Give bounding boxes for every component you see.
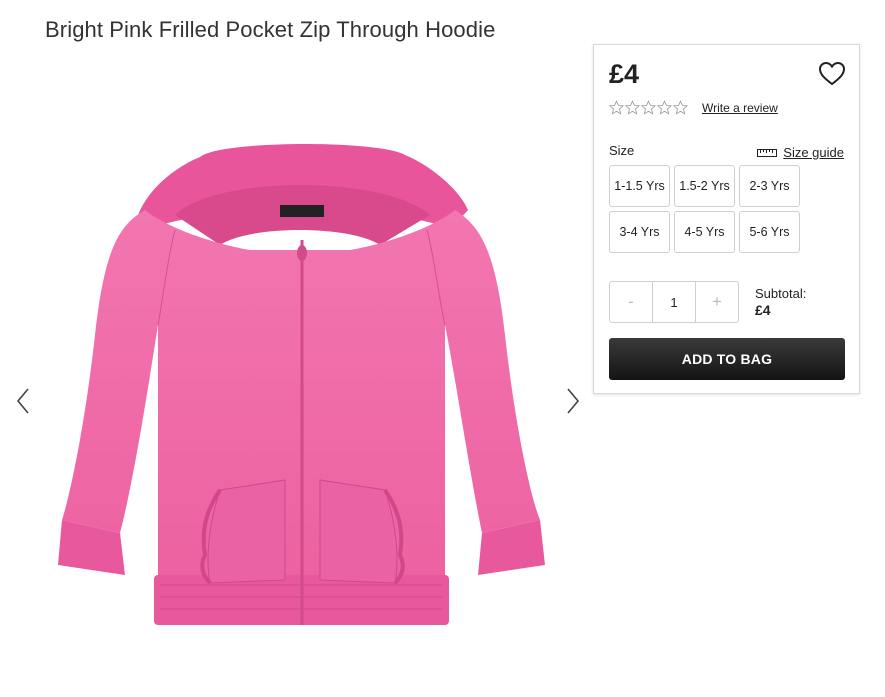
chevron-right-icon [567, 388, 580, 414]
star-outline-icon [625, 100, 640, 115]
product-title: Bright Pink Frilled Pocket Zip Through H… [45, 16, 496, 42]
star-outline-icon [641, 100, 656, 115]
gallery-prev-button[interactable] [12, 383, 36, 419]
size-label: Size [609, 143, 635, 158]
heart-icon [818, 61, 846, 86]
star-outline-icon [657, 100, 672, 115]
quantity-stepper: - 1 + [609, 281, 739, 323]
subtotal-label: Subtotal: [755, 286, 807, 301]
size-option[interactable]: 4-5 Yrs [674, 211, 735, 253]
decrement-button[interactable]: - [610, 282, 652, 322]
size-options: 1-1.5 Yrs 1.5-2 Yrs 2-3 Yrs 3-4 Yrs 4-5 … [609, 165, 800, 253]
wishlist-button[interactable] [818, 61, 846, 87]
size-option[interactable]: 3-4 Yrs [609, 211, 670, 253]
rating-stars [609, 100, 688, 115]
gallery-next-button[interactable] [560, 383, 584, 419]
size-option[interactable]: 1-1.5 Yrs [609, 165, 670, 207]
size-guide-link[interactable]: Size guide [757, 145, 844, 160]
subtotal-amount: £4 [755, 302, 771, 318]
star-outline-icon [673, 100, 688, 115]
add-to-bag-button[interactable]: ADD TO BAG [609, 338, 845, 380]
size-option[interactable]: 2-3 Yrs [739, 165, 800, 207]
size-option[interactable]: 5-6 Yrs [739, 211, 800, 253]
product-gallery [0, 40, 590, 697]
product-image [50, 135, 550, 635]
purchase-panel: £4 Write a review Size Size guide 1-1.5 … [593, 44, 860, 394]
chevron-left-icon [16, 388, 29, 414]
increment-button[interactable]: + [696, 282, 738, 322]
star-outline-icon [609, 100, 624, 115]
quantity-value[interactable]: 1 [652, 282, 696, 322]
subtotal: Subtotal: £4 [755, 286, 806, 318]
ruler-icon [757, 148, 778, 157]
size-option[interactable]: 1.5-2 Yrs [674, 165, 735, 207]
price: £4 [609, 59, 640, 89]
size-guide-label: Size guide [783, 145, 844, 160]
write-review-link[interactable]: Write a review [702, 101, 778, 115]
